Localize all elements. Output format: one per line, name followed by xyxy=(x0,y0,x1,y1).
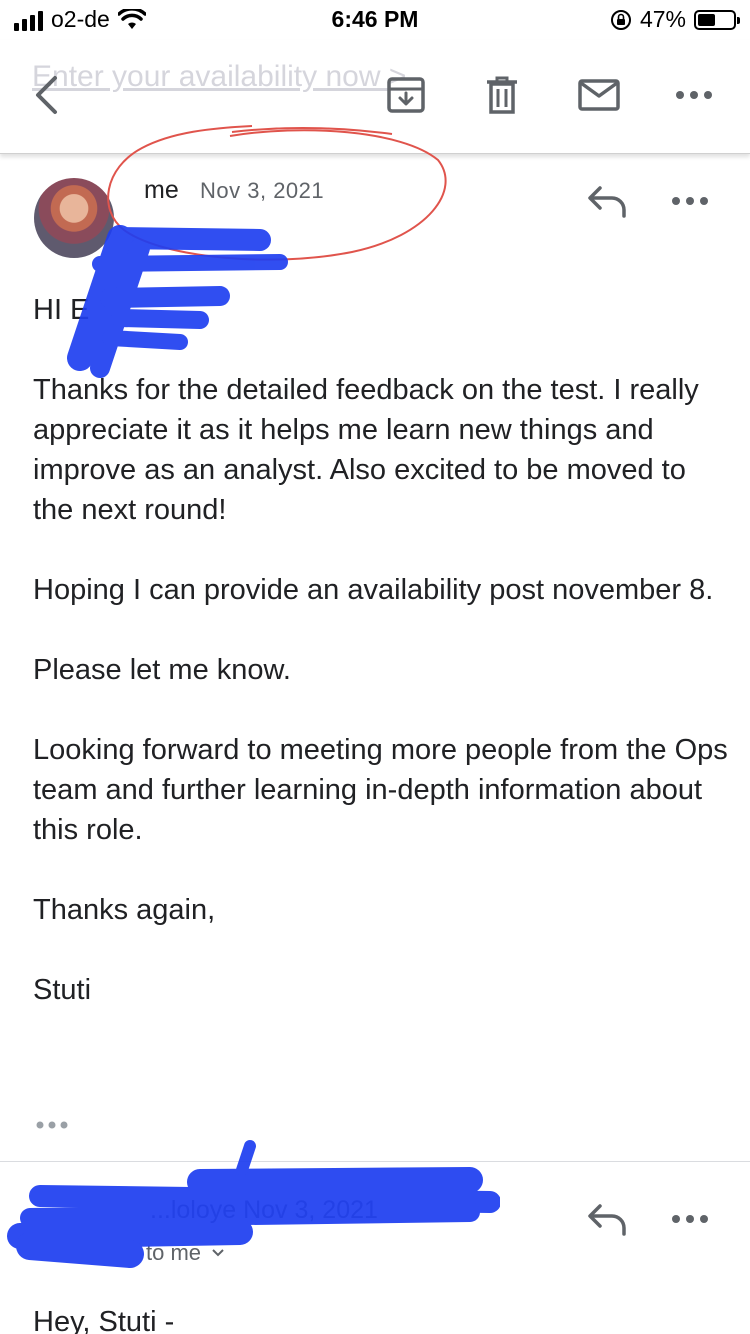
reply-icon xyxy=(588,1204,626,1236)
show-trimmed-content-button[interactable] xyxy=(34,1113,74,1137)
body-paragraph: Please let me know. xyxy=(33,654,291,686)
trash-icon xyxy=(487,76,517,114)
body-paragraph: Thanks for the detailed feedback on the … xyxy=(33,374,699,526)
more-horizontal-icon xyxy=(672,197,708,205)
redaction-scribble xyxy=(67,225,288,378)
more-horizontal-icon xyxy=(672,1215,708,1223)
archive-button[interactable] xyxy=(384,72,428,118)
reply-button[interactable] xyxy=(586,1202,628,1238)
more-horizontal-icon xyxy=(676,91,712,99)
back-button[interactable] xyxy=(24,72,68,118)
message-more-button[interactable] xyxy=(670,1204,718,1234)
back-arrow-icon xyxy=(36,76,57,114)
signature: Stuti xyxy=(33,974,92,1006)
rotation-lock-icon xyxy=(610,9,631,30)
delete-button[interactable] xyxy=(482,72,522,118)
subject-peek: Enter your availability now > xyxy=(32,60,407,93)
battery-percent: 47% xyxy=(639,6,686,32)
archive-icon xyxy=(387,77,425,113)
mark-unread-button[interactable] xyxy=(576,72,622,118)
reply-button[interactable] xyxy=(586,184,628,220)
status-bar: o2-de 6:46 PM 47% xyxy=(0,0,750,40)
body-paragraph: Thanks again, xyxy=(33,894,216,926)
redaction-scribble xyxy=(7,1140,500,1268)
battery-icon xyxy=(694,9,740,30)
body-paragraph: Looking forward to meeting more people f… xyxy=(33,734,728,846)
reply-icon xyxy=(588,186,626,218)
mail-icon xyxy=(578,79,620,111)
toolbar-more-button[interactable] xyxy=(670,72,718,118)
message-more-button[interactable] xyxy=(670,186,718,216)
status-right: 47% xyxy=(610,6,740,33)
body-paragraph: Hoping I can provide an availability pos… xyxy=(33,574,714,606)
message-body: HI E Thanks for the detailed feedback on… xyxy=(33,290,733,1050)
reply-greeting: Hey, Stuti - xyxy=(33,1306,175,1334)
